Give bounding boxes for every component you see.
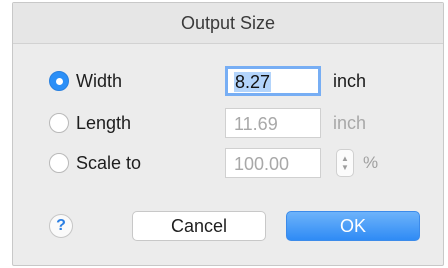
length-radio-button[interactable] xyxy=(49,113,69,133)
width-radio-label: Width xyxy=(76,70,123,91)
help-button[interactable]: ? xyxy=(49,214,73,238)
length-radio-option[interactable]: Length xyxy=(49,113,131,134)
scale-input[interactable]: 100.00 xyxy=(225,148,321,178)
width-unit-label: inch xyxy=(333,70,367,91)
scale-radio-button[interactable] xyxy=(49,153,69,173)
width-radio-button[interactable] xyxy=(49,71,69,91)
ok-button[interactable]: OK xyxy=(286,211,420,241)
dialog-title: Output Size xyxy=(13,3,443,44)
scale-radio-option[interactable]: Scale to xyxy=(49,153,141,174)
width-input-value: 8.27 xyxy=(234,72,272,92)
stepper-up-icon[interactable]: ▲ xyxy=(341,154,349,163)
scale-stepper[interactable]: ▲ ▼ xyxy=(336,149,354,177)
length-radio-label: Length xyxy=(76,112,132,133)
output-size-dialog: Output Size Width 8.27 inch Length 11.69… xyxy=(12,2,444,266)
radio-selected-dot xyxy=(55,77,63,85)
stepper-down-icon[interactable]: ▼ xyxy=(341,163,349,172)
cancel-button[interactable]: Cancel xyxy=(132,211,266,241)
width-input[interactable]: 8.27 xyxy=(225,66,321,96)
length-input[interactable]: 11.69 xyxy=(225,108,321,138)
scale-unit-label: % xyxy=(363,153,379,172)
width-row: Width 8.27 inch xyxy=(13,64,443,98)
scale-row: Scale to 100.00 ▲ ▼ % xyxy=(13,146,443,180)
scale-radio-label: Scale to xyxy=(76,152,142,173)
width-radio-option[interactable]: Width xyxy=(49,71,122,92)
length-unit-label: inch xyxy=(333,112,367,133)
length-row: Length 11.69 inch xyxy=(13,106,443,140)
